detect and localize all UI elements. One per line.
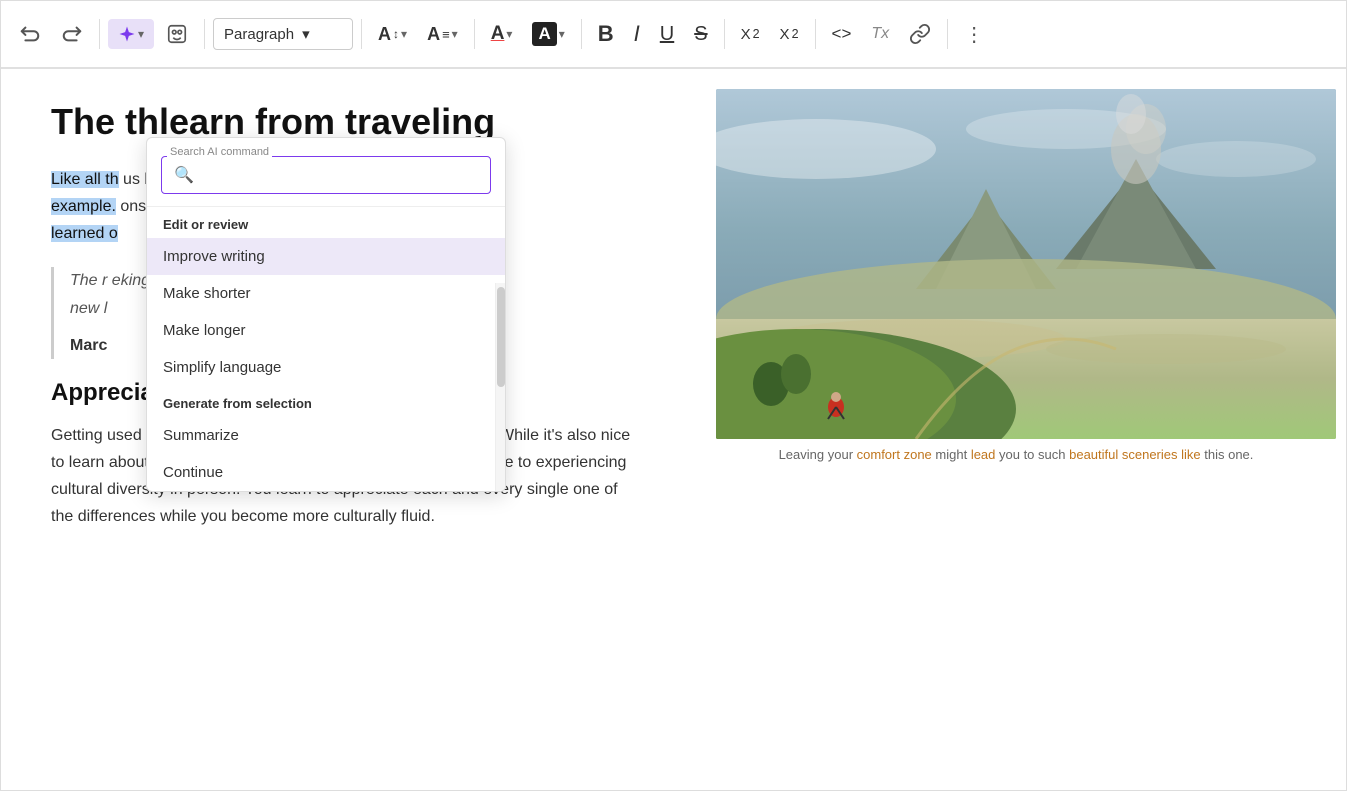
divider-1 xyxy=(99,19,100,49)
menu-item-summarize[interactable]: Summarize xyxy=(147,417,505,454)
code-button[interactable]: <> xyxy=(824,18,860,50)
font-color-button[interactable]: A ▾ xyxy=(483,17,521,51)
menu-item-improve-writing[interactable]: Improve writing xyxy=(147,238,505,275)
section-label-edit: Edit or review xyxy=(147,207,505,238)
font-size2-icon: A xyxy=(427,24,440,45)
image-container: Leaving your comfort zone might lead you… xyxy=(716,89,1316,462)
font-size2-button[interactable]: A≡ ▾ xyxy=(419,18,466,51)
divider-3 xyxy=(361,19,362,49)
divider-6 xyxy=(724,19,725,49)
subscript-button[interactable]: X2 xyxy=(733,20,768,49)
search-icon: 🔍 xyxy=(174,165,194,185)
paragraph-dropdown[interactable]: Paragraph ▾ xyxy=(213,18,353,50)
menu-item-continue[interactable]: Continue xyxy=(147,454,505,491)
ai-dropdown: Search AI command 🔍 Edit or review Impro… xyxy=(146,137,506,492)
ai-search-input[interactable] xyxy=(202,167,478,184)
font-size-icon: A xyxy=(378,24,391,45)
ai-search-label: Search AI command xyxy=(167,146,272,158)
clear-format-button[interactable]: Tx xyxy=(863,19,897,49)
font-color-icon: A xyxy=(491,23,505,45)
ai-chevron: ▾ xyxy=(138,27,144,41)
divider-8 xyxy=(947,19,948,49)
redo-button[interactable] xyxy=(53,17,91,51)
superscript-button[interactable]: X2 xyxy=(772,20,807,49)
section-label-generate: Generate from selection xyxy=(147,386,505,417)
editor-right: Leaving your comfort zone might lead you… xyxy=(686,69,1346,790)
highlighted-text-2: example. xyxy=(51,198,116,215)
more-button[interactable]: ⋮ xyxy=(956,16,994,53)
menu-item-make-shorter[interactable]: Make shorter xyxy=(147,275,505,312)
volcano-image xyxy=(716,89,1336,439)
bold-button[interactable]: B xyxy=(590,15,622,53)
paragraph-chevron: ▾ xyxy=(302,25,310,43)
link-button[interactable] xyxy=(901,17,939,51)
divider-2 xyxy=(204,19,205,49)
dropdown-list: Edit or review Improve writing Make shor… xyxy=(147,207,505,491)
menu-item-simplify-language[interactable]: Simplify language xyxy=(147,349,505,386)
italic-button[interactable]: I xyxy=(626,15,648,53)
font-size-chevron: ▾ xyxy=(401,27,407,41)
divider-7 xyxy=(815,19,816,49)
highlight-icon: A xyxy=(532,22,556,46)
highlight-button[interactable]: A ▾ xyxy=(524,16,572,52)
font-size2-chevron: ▾ xyxy=(452,27,458,41)
menu-item-make-longer[interactable]: Make longer xyxy=(147,312,505,349)
font-size-button[interactable]: A↕ ▾ xyxy=(370,18,415,51)
ai-search-wrapper: 🔍 xyxy=(161,156,491,194)
image-caption: Leaving your comfort zone might lead you… xyxy=(716,447,1316,462)
content-area: Search AI command 🔍 Edit or review Impro… xyxy=(1,69,1346,790)
strikethrough-button[interactable]: S xyxy=(686,17,715,52)
divider-5 xyxy=(581,19,582,49)
scrollbar-track xyxy=(495,283,505,492)
toolbar: ▾ Paragraph ▾ A↕ ▾ A≡ ▾ A ▾ A ▾ xyxy=(1,1,1346,69)
ai-search-area: Search AI command 🔍 xyxy=(147,138,505,207)
highlighted-text-3: learned o xyxy=(51,225,118,242)
underline-button[interactable]: U xyxy=(652,17,682,52)
ai-assistant-button[interactable] xyxy=(158,17,196,51)
scrollbar-thumb[interactable] xyxy=(497,287,505,387)
paragraph-label: Paragraph xyxy=(224,26,294,43)
undo-button[interactable] xyxy=(11,17,49,51)
font-color-chevron: ▾ xyxy=(506,27,512,41)
ai-button[interactable]: ▾ xyxy=(108,19,154,49)
highlight-chevron: ▾ xyxy=(559,27,565,41)
divider-4 xyxy=(474,19,475,49)
highlighted-text-1: Like all th xyxy=(51,171,119,188)
